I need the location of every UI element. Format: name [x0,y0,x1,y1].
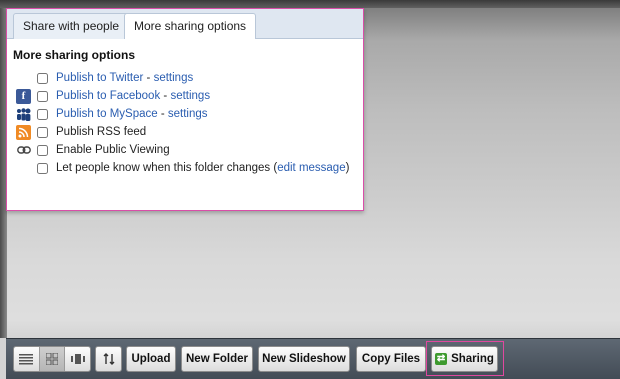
section-title: More sharing options [13,48,136,62]
myspace-settings-link[interactable]: settings [168,108,208,120]
upload-button[interactable]: Upload [126,346,176,372]
myspace-icon [16,107,31,122]
notify-changes-checkbox[interactable] [37,162,48,174]
option-myspace: Publish to MySpace - settings [16,106,208,122]
sync-icon: ⇄ [18,162,29,175]
sharing-button[interactable]: ⇄ Sharing [431,346,498,372]
link-icon [16,143,31,158]
sharing-panel: Share with people More sharing options M… [6,8,364,211]
sharing-panel-body: More sharing options t Publish to Twitte… [7,39,363,210]
publish-rss-label: Publish RSS feed [56,126,147,138]
option-rss: Publish RSS feed [16,124,146,140]
option-separator: - [157,108,168,120]
view-mode-group [13,346,91,372]
option-facebook: f Publish to Facebook - settings [16,88,210,104]
sharing-tabs: Share with people More sharing options [7,9,363,40]
option-separator: - [160,90,171,102]
bottom-toolbar: Upload New Folder New Slideshow Copy Fil… [6,338,620,379]
publish-facebook-link[interactable]: Publish to Facebook [56,90,160,102]
publish-myspace-link[interactable]: Publish to MySpace [56,108,158,120]
tab-more-sharing-options[interactable]: More sharing options [124,13,257,40]
grid-view-icon [46,353,58,365]
rss-checkbox[interactable] [37,126,48,138]
twitter-icon: t [21,72,26,84]
myspace-checkbox[interactable] [37,108,48,120]
edit-message-link[interactable]: edit message [277,162,345,174]
rss-icon [16,124,31,140]
window-top-strip [0,0,620,8]
publish-twitter-link[interactable]: Publish to Twitter [56,72,143,84]
public-viewing-label: Enable Public Viewing [56,144,170,156]
sharing-label: Sharing [451,353,494,365]
facebook-icon: f [16,88,31,104]
tab-share-with-people[interactable]: Share with people [13,13,130,40]
twitter-checkbox[interactable] [37,72,48,84]
filmstrip-view-button[interactable] [65,347,90,371]
sharing-icon: ⇄ [435,353,448,365]
option-separator: - [143,72,154,84]
facebook-checkbox[interactable] [37,90,48,102]
copy-files-button[interactable]: Copy Files [356,346,426,372]
new-slideshow-button[interactable]: New Slideshow [258,346,350,372]
twitter-settings-link[interactable]: settings [154,72,194,84]
list-view-icon [19,353,34,364]
grid-view-button[interactable] [39,347,66,371]
new-folder-button[interactable]: New Folder [181,346,253,372]
notify-changes-label: Let people know when this folder changes… [56,162,278,174]
option-notify-changes: ⇄ Let people know when this folder chang… [16,160,350,176]
list-view-button[interactable] [14,347,40,371]
public-viewing-checkbox[interactable] [37,144,48,156]
filmstrip-view-icon [70,354,85,364]
notify-changes-suffix: ) [345,162,350,174]
option-public-viewing: Enable Public Viewing [16,142,170,158]
facebook-settings-link[interactable]: settings [170,90,210,102]
sort-icon [103,353,114,365]
sort-button[interactable] [95,346,122,372]
option-twitter: t Publish to Twitter - settings [16,70,194,86]
